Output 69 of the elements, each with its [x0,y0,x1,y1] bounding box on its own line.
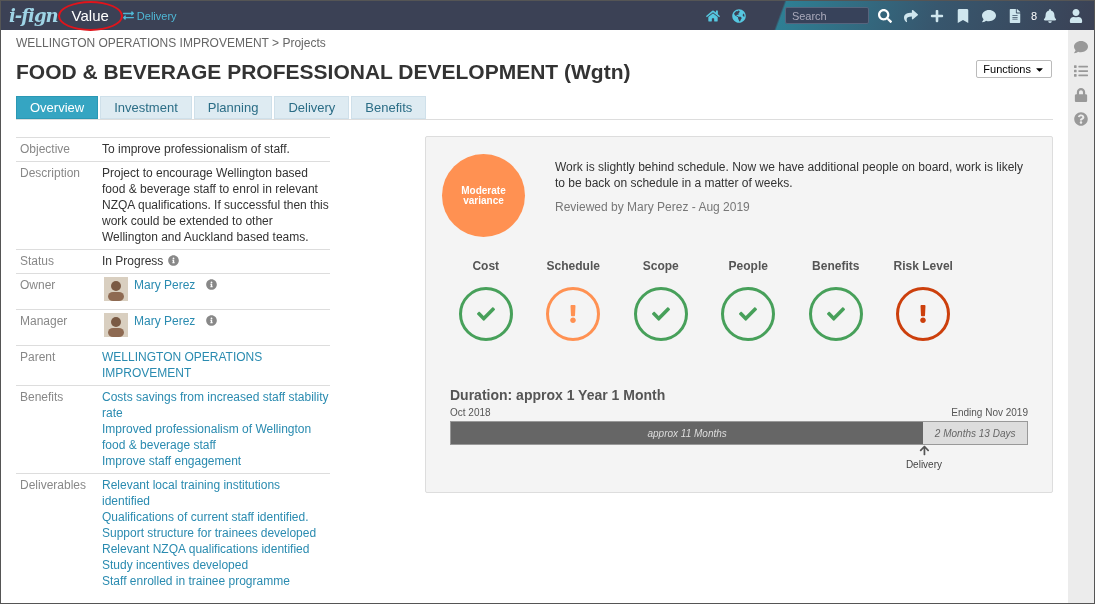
annotation-ellipse [57,1,123,31]
item-link[interactable]: Improved professionalism of Wellington food & beverage staff [102,421,330,453]
globe-icon[interactable] [731,8,746,23]
tab[interactable]: Planning [193,96,273,119]
functions-button[interactable]: Functions [976,60,1052,78]
bell-icon[interactable] [1043,8,1057,23]
field-label: Deliverables [19,477,88,494]
swap-arrows-icon [122,10,134,21]
field-label: Objective [19,141,72,157]
item-link[interactable]: Costs savings from increased staff stability rate [102,389,330,421]
end-date: Ending Nov 2019 [951,407,1028,418]
indicator-label: Benefits [812,259,860,273]
info-icon[interactable] [168,255,180,266]
item-link[interactable]: Staff enrolled in trainee programme [102,573,330,589]
indicator-label: Schedule [546,259,600,273]
item-link[interactable]: Improve staff engagement [102,453,330,469]
item-link[interactable]: Support structure for trainees developed [102,525,330,541]
document-icon[interactable] [1007,8,1022,23]
variance-badge: Moderate variance [442,154,525,237]
person-link[interactable]: Mary Perez [134,313,196,329]
arrow-up-icon [918,445,930,456]
person-link[interactable]: Mary Perez [134,277,196,293]
indicator-label: People [728,259,768,273]
page-title: FOOD & BEVERAGE PROFESSIONAL DEVELOPMENT (Wgtn) [16,60,631,84]
field-label: Description [19,165,82,182]
breadcrumb: WELLINGTON OPERATIONS IMPROVEMENT > Projects [16,36,327,50]
avatar [104,277,128,301]
tab[interactable]: Delivery [274,96,350,119]
start-date: Oct 2018 [450,407,491,418]
field-label: Manager [19,313,69,330]
duration-title: Duration: approx 1 Year 1 Month [450,387,667,403]
tab[interactable]: Overview [16,96,99,119]
logo: i-fign [9,5,58,26]
field-label: Owner [19,277,57,294]
tab[interactable]: Investment [100,96,192,119]
item-link[interactable]: Qualifications of current staff identified. [102,509,330,525]
elapsed-bar: approx 11 Months [451,422,924,444]
search-field[interactable]: Search [784,7,869,24]
indicator-label: Scope [642,259,679,273]
remaining-label: 2 Months 13 Days [933,426,1017,441]
info-icon[interactable] [206,315,218,326]
share-icon[interactable] [903,8,918,23]
tab[interactable]: Benefits [351,96,427,119]
item-link[interactable]: WELLINGTON OPERATIONS IMPROVEMENT [102,349,330,381]
reviewed-note: Reviewed by Mary Perez - Aug 2019 [555,199,751,215]
search-icon[interactable] [877,8,892,23]
field-label: Parent [19,349,57,366]
status-comment: Work is slightly behind schedule. Now we have additional people on board, work is likely to be back on schedule in a matter of weeks. [555,159,1025,191]
field-value: To improve professionalism of staff. [102,141,291,157]
module-link[interactable]: Delivery [122,9,177,22]
indicator-label: Cost [472,259,500,273]
field-value: In Progress [102,253,164,269]
field-value: Project to encourage Wellington based food & beverage staff to enrol in relevant NZQA qualifications. If successful then this work could be extended to other Wellington and Auckland based teams. [102,165,330,245]
item-link[interactable]: Relevant NZQA qualifications identified [102,541,330,557]
plus-icon[interactable] [929,8,944,23]
field-label: Status [19,253,56,269]
indicator-label: Risk Level [893,259,953,273]
item-link[interactable]: Relevant local training institutions identified [102,477,330,509]
field-label: Benefits [19,389,65,406]
home-icon[interactable] [705,8,720,23]
marker-label: Delivery [905,459,942,470]
bookmark-icon[interactable] [955,8,970,23]
notification-count: 8 [1030,9,1037,22]
info-icon[interactable] [206,279,218,290]
avatar [104,313,128,337]
user-icon[interactable] [1069,8,1083,23]
comment-icon[interactable] [981,8,996,23]
app-name[interactable]: Value [63,7,117,24]
item-link[interactable]: Study incentives developed [102,557,330,573]
